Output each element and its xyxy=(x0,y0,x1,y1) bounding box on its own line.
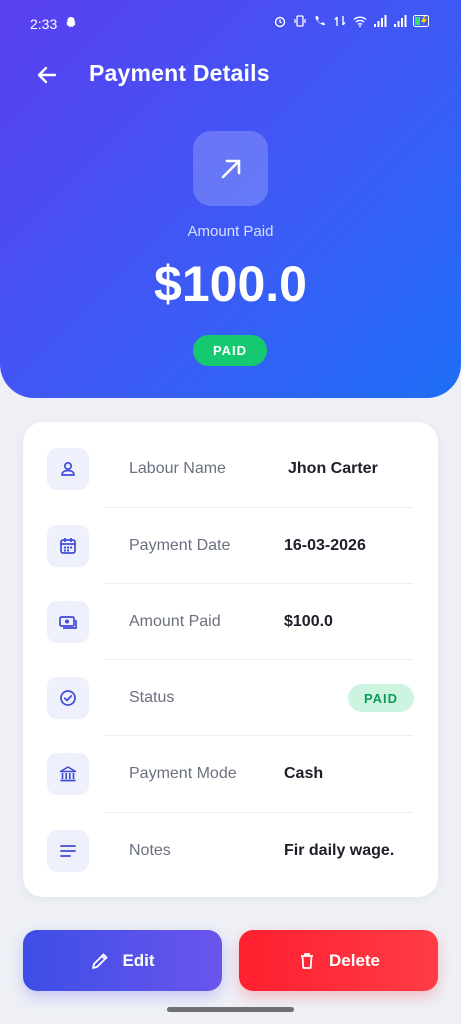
status-chip: PAID xyxy=(348,684,414,712)
calendar-icon xyxy=(47,525,89,567)
snapchat-icon xyxy=(66,17,76,27)
header: 2:33 Payment Details Amount Paid $100.0 … xyxy=(0,0,461,398)
pencil-icon xyxy=(92,953,108,969)
detail-label: Amount Paid xyxy=(129,613,221,630)
amount-value: $100.0 xyxy=(154,256,307,312)
status-icons xyxy=(273,14,431,28)
back-button[interactable] xyxy=(30,60,64,90)
delete-button[interactable]: Delete xyxy=(239,930,438,991)
detail-label: Payment Date xyxy=(129,537,231,554)
status-bar: 2:33 xyxy=(0,0,461,48)
delete-label: Delete xyxy=(328,950,381,970)
detail-label: Payment Mode xyxy=(129,765,237,782)
data-icon xyxy=(334,16,346,26)
amount-icon-box xyxy=(193,131,268,206)
signal-icon xyxy=(374,15,387,27)
detail-row-payment-date: Payment Date 16-03-2026 xyxy=(47,508,414,584)
detail-value: Jhon Carter xyxy=(288,460,378,477)
back-arrow-icon xyxy=(37,66,57,84)
home-indicator[interactable] xyxy=(167,1007,294,1012)
status-time: 2:33 xyxy=(30,16,58,32)
detail-row-amount-paid: Amount Paid $100.0 xyxy=(47,584,414,660)
detail-row-payment-mode: Payment Mode Cash xyxy=(47,736,414,812)
notes-icon xyxy=(47,830,89,872)
alarm-icon xyxy=(274,16,286,28)
user-icon xyxy=(47,448,89,490)
detail-value: 16-03-2026 xyxy=(284,537,366,554)
battery-icon xyxy=(413,15,429,27)
detail-label: Notes xyxy=(129,842,171,859)
detail-label: Labour Name xyxy=(129,460,226,477)
call-icon xyxy=(315,16,325,26)
edit-label: Edit xyxy=(122,950,155,970)
arrow-up-right-icon xyxy=(221,159,240,178)
page-title: Payment Details xyxy=(89,60,270,86)
cash-icon xyxy=(47,601,89,643)
trash-icon xyxy=(300,952,313,969)
detail-value: $100.0 xyxy=(284,613,333,630)
edit-button[interactable]: Edit xyxy=(23,930,222,991)
wifi-icon xyxy=(353,16,367,28)
detail-row-status: Status PAID xyxy=(47,660,414,736)
detail-row-notes: Notes Fir daily wage. xyxy=(47,813,414,889)
check-circle-icon xyxy=(47,677,89,719)
detail-value: Fir daily wage. xyxy=(284,842,395,859)
signal-icon-2 xyxy=(394,15,407,27)
status-badge: PAID xyxy=(193,335,267,366)
vibrate-icon xyxy=(294,15,306,27)
detail-row-labour-name: Labour Name Jhon Carter xyxy=(47,431,414,507)
details-card: Labour Name Jhon Carter Payment Date 16-… xyxy=(23,422,438,897)
bank-icon xyxy=(47,753,89,795)
detail-value: Cash xyxy=(284,765,324,782)
amount-label: Amount Paid xyxy=(187,223,274,240)
detail-label: Status xyxy=(129,689,175,706)
